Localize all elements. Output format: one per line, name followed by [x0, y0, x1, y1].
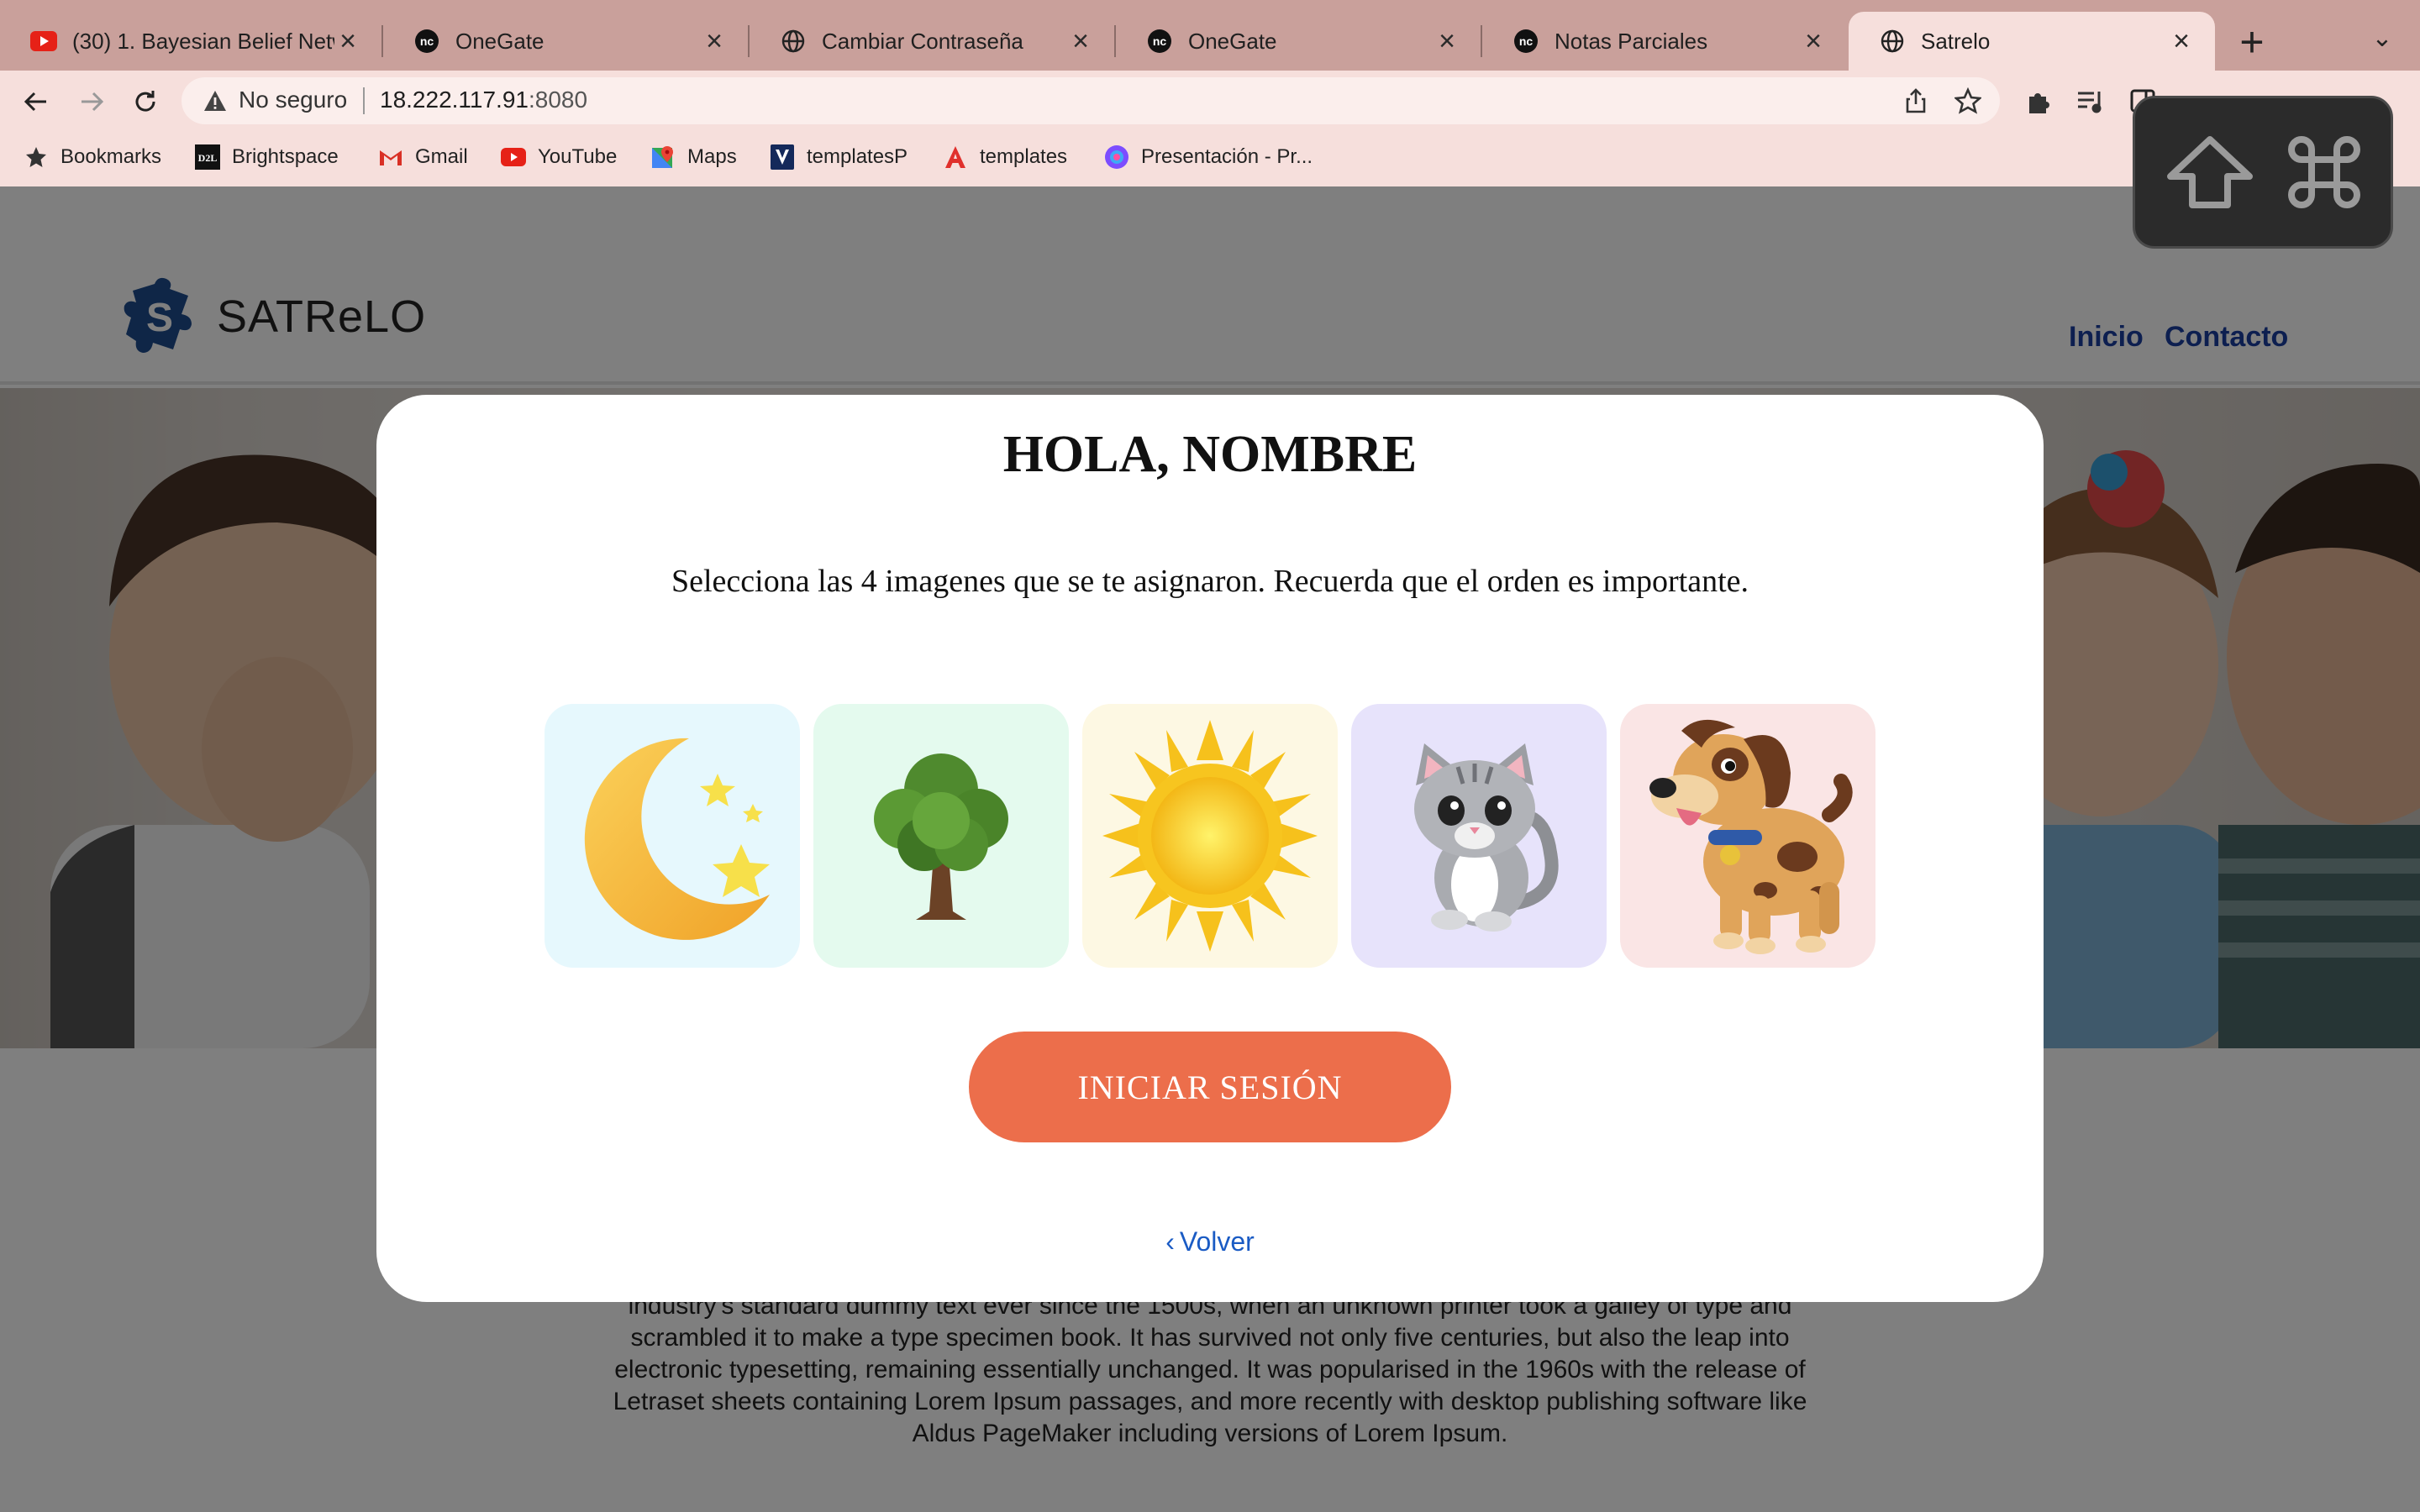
forward-arrow-icon[interactable]: [71, 81, 113, 123]
moon-icon: [584, 738, 770, 940]
url-port: :8080: [528, 87, 588, 113]
bookmark-brightspace[interactable]: D2L Brightspace: [195, 144, 339, 170]
tab-strip: (30) 1. Bayesian Belief Netw × nc OneGat…: [0, 0, 2420, 71]
url-text[interactable]: 18.222.117.91:8080: [380, 87, 587, 113]
bookmark-label: templates: [980, 145, 1068, 168]
sun-icon: [1102, 720, 1318, 952]
back-link[interactable]: ‹ Volver: [376, 1226, 2044, 1257]
templates-icon: [770, 144, 795, 170]
shift-key-icon: [2167, 136, 2253, 208]
gmail-icon: [378, 144, 403, 170]
tab-title: (30) 1. Bayesian Belief Netw: [72, 28, 334, 54]
tab-title: OneGate: [1188, 28, 1277, 54]
tile-moon[interactable]: [544, 704, 800, 968]
bookmark-templatesp[interactable]: templatesP: [770, 144, 908, 170]
maps-icon: [650, 144, 676, 170]
star-icon: [24, 144, 49, 170]
new-tab-button[interactable]: +: [2228, 18, 2275, 66]
tab-title: Satrelo: [1921, 28, 1991, 54]
tree-icon: [874, 753, 1008, 920]
bookmark-maps[interactable]: Maps: [650, 144, 737, 170]
tab-youtube[interactable]: (30) 1. Bayesian Belief Netw ×: [0, 12, 381, 71]
tab-satrelo[interactable]: Satrelo ×: [1849, 12, 2215, 71]
close-icon[interactable]: ×: [1800, 25, 1827, 57]
back-arrow-icon[interactable]: [15, 81, 57, 123]
bookmarks-bar: Bookmarks D2L Brightspace Gmail YouTube …: [0, 134, 2420, 181]
security-label[interactable]: No seguro: [239, 87, 347, 113]
tile-cat[interactable]: [1351, 704, 1607, 968]
tab-title: Notas Parciales: [1555, 28, 1708, 54]
address-divider: [363, 87, 365, 114]
tab-search-icon[interactable]: ⌄: [2361, 24, 2403, 60]
tab-title: Cambiar Contraseña: [822, 28, 1023, 54]
extensions-icon[interactable]: [2022, 84, 2055, 118]
url-host: 18.222.117.91: [380, 87, 529, 113]
onegate-icon: nc: [1512, 28, 1539, 55]
tab-cambiar-contrasena[interactable]: Cambiar Contraseña ×: [750, 12, 1114, 71]
bookmark-label: Gmail: [415, 145, 468, 168]
warning-icon[interactable]: [203, 89, 227, 113]
bookmark-youtube[interactable]: YouTube: [501, 144, 617, 170]
onegate-icon: nc: [1146, 28, 1173, 55]
close-icon[interactable]: ×: [334, 25, 361, 57]
svg-text:nc: nc: [1519, 34, 1534, 48]
globe-icon: [1879, 28, 1906, 55]
close-icon[interactable]: ×: [1067, 25, 1094, 57]
tile-tree[interactable]: [813, 704, 1069, 968]
dog-icon: [1649, 719, 1853, 954]
modal-title: HOLA, NOMBRE: [1002, 426, 1418, 483]
cat-icon: [1414, 743, 1559, 932]
back-label: Volver: [1179, 1226, 1255, 1257]
tab-onegate-2[interactable]: nc OneGate ×: [1116, 12, 1481, 71]
presentation-icon: [1104, 144, 1129, 170]
tab-title: OneGate: [455, 28, 544, 54]
bookmark-star-icon[interactable]: [1953, 87, 1983, 114]
tile-sun[interactable]: [1082, 704, 1338, 968]
onegate-icon: nc: [413, 28, 440, 55]
tile-dog[interactable]: [1620, 704, 1876, 968]
bookmark-label: YouTube: [538, 145, 618, 168]
login-button[interactable]: INICIAR SESIÓN: [969, 1032, 1451, 1142]
image-login-modal: HOLA, NOMBRE Selecciona las 4 imagenes q…: [376, 395, 2044, 1302]
close-icon[interactable]: ×: [701, 25, 728, 57]
svg-text:D2L: D2L: [198, 152, 218, 164]
close-icon[interactable]: ×: [1434, 25, 1460, 57]
templates-a-icon: [943, 144, 968, 170]
bookmark-templates[interactable]: templates: [943, 144, 1067, 170]
tab-onegate[interactable]: nc OneGate ×: [383, 12, 748, 71]
youtube-icon: [501, 144, 526, 170]
bookmark-bookmarks[interactable]: Bookmarks: [24, 144, 161, 170]
d2l-icon: D2L: [195, 144, 220, 170]
keyboard-shortcut-overlay: [2133, 96, 2393, 249]
share-icon[interactable]: [1902, 87, 1929, 114]
reload-icon[interactable]: [124, 81, 166, 123]
tab-notas-parciales[interactable]: nc Notas Parciales ×: [1482, 12, 1847, 71]
bookmark-gmail[interactable]: Gmail: [378, 144, 468, 170]
youtube-icon: [30, 28, 57, 55]
globe-icon: [780, 28, 807, 55]
modal-instruction: Selecciona las 4 imagenes que se te asig…: [671, 564, 1749, 599]
bookmark-label: templatesP: [807, 145, 908, 168]
bookmark-label: Presentación - Pr...: [1141, 145, 1313, 168]
bookmark-presentacion[interactable]: Presentación - Pr...: [1104, 144, 1313, 170]
media-queue-icon[interactable]: [2074, 84, 2107, 118]
bookmark-label: Bookmarks: [60, 145, 162, 168]
bookmark-label: Maps: [687, 145, 737, 168]
address-bar[interactable]: No seguro 18.222.117.91:8080: [182, 77, 2000, 124]
chevron-left-icon: ‹: [1165, 1226, 1175, 1257]
svg-text:nc: nc: [1153, 34, 1167, 48]
command-key-icon: [2288, 136, 2360, 208]
close-icon[interactable]: ×: [2168, 25, 2195, 57]
svg-text:nc: nc: [420, 34, 434, 48]
bookmark-label: Brightspace: [232, 145, 339, 168]
